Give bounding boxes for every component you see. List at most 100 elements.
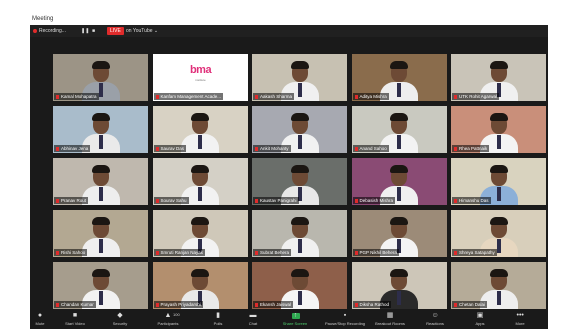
security-button[interactable]: ◆ Security: [100, 311, 140, 329]
participant-name-text: Prayash Priyadarshi: [160, 302, 201, 307]
mic-muted-icon: [155, 94, 159, 99]
polls-button[interactable]: ▮ Polls: [198, 311, 238, 329]
participant-tile[interactable]: Prayash Priyadarshi: [152, 262, 248, 309]
participant-name-text: Pranav Rout: [61, 198, 87, 203]
breakout-button[interactable]: ▦ Breakout Rooms: [370, 311, 410, 329]
participant-name: Chetan Dalai: [452, 301, 488, 308]
participant-name-text: Chetan Dalai: [459, 302, 486, 307]
participant-tie: [297, 83, 302, 97]
record-dot-icon: [33, 28, 37, 33]
participant-name: Chandan Kumar: [54, 301, 96, 308]
participant-hair: [191, 269, 209, 277]
participant-hair: [290, 269, 309, 277]
participant-name: Sourav Sahu: [153, 197, 189, 204]
title-bar: Meeting: [30, 14, 548, 25]
participant-name-text: Aakash Sharma: [260, 94, 293, 99]
participant-name: Kaustav Panigrahi: [253, 197, 299, 204]
share-button[interactable]: ↑ Share Screen: [275, 311, 315, 329]
record-button[interactable]: ▪ Pause/Stop Recording: [325, 311, 365, 329]
participant-name: Rishi Sahoo: [54, 249, 88, 256]
recording-indicator: Recording...: [33, 27, 66, 35]
participant-hair: [489, 217, 508, 225]
participant-tile[interactable]: Debasish Mishra: [351, 158, 447, 205]
participant-tie: [98, 291, 103, 305]
meeting-top-bar: Recording... ❚❚ ■ LIVE on YouTube ⌄: [30, 25, 548, 37]
participant-name: Kamal Mohapatra: [54, 93, 99, 100]
live-target[interactable]: on YouTube ⌄: [126, 27, 158, 35]
participant-name: Aditya Mishra: [352, 93, 389, 100]
participant-name-text: Subrat Behera: [260, 250, 290, 255]
participant-tile[interactable]: Kaustav Panigrahi: [252, 158, 347, 205]
participant-tile[interactable]: Aakash Sharma: [252, 54, 347, 101]
mic-muted-icon: [56, 146, 59, 151]
breakout-label: Breakout Rooms: [375, 321, 405, 326]
participant-name: Himanshu Das: [452, 197, 491, 204]
participant-tie: [98, 239, 103, 253]
participant-tile[interactable]: Rishi Sahoo: [53, 210, 148, 257]
participant-tie: [198, 135, 202, 149]
mic-muted-icon: [155, 146, 159, 151]
participant-tile[interactable]: Anand Sahoo: [351, 106, 447, 153]
participant-tile[interactable]: Shreya Satapathy: [451, 210, 546, 257]
participant-name-text: Sourav Sahu: [160, 198, 187, 203]
participant-tile[interactable]: Ekansh Jaiswal: [252, 262, 347, 309]
participant-tile[interactable]: Aditya Mishra: [351, 54, 447, 101]
stop-recording-icon[interactable]: ■: [92, 27, 95, 35]
record-icon: ▪: [343, 312, 347, 319]
participant-hair: [290, 61, 309, 69]
participants-button[interactable]: ▲ Participants 100: [148, 311, 188, 329]
mic-muted-icon: [155, 302, 159, 307]
security-label: Security: [112, 321, 128, 326]
participants-icon: ▲: [164, 312, 172, 319]
participant-tile[interactable]: Smruti Ranjan Nayak: [152, 210, 248, 257]
mute-icon: ●: [37, 312, 43, 319]
participant-tile[interactable]: Kamal Mohapatra: [53, 54, 148, 101]
chat-button[interactable]: ▬ Chat: [233, 311, 273, 329]
live-badge[interactable]: LIVE: [107, 27, 124, 35]
reactions-label: Reactions: [426, 321, 444, 326]
participant-name-text: Kaustav Panigrahi: [260, 198, 297, 203]
participant-tile[interactable]: Saurav Das: [152, 106, 248, 153]
participant-name: Subrat Behera: [253, 249, 292, 256]
participant-tie: [297, 291, 302, 305]
participant-tile[interactable]: Subrat Behera: [252, 210, 347, 257]
pause-recording-icon[interactable]: ❚❚: [81, 27, 89, 35]
mic-muted-icon: [454, 94, 457, 99]
participant-hair: [489, 269, 508, 277]
participant-tile[interactable]: Ankit Mohanty: [252, 106, 347, 153]
video-button[interactable]: ■ Start Video: [55, 311, 95, 329]
participant-tile[interactable]: Sourav Sahu: [152, 158, 248, 205]
participant-tile[interactable]: UTK Rohit Agarwal: [451, 54, 546, 101]
video-label: Start Video: [65, 321, 85, 326]
polls-icon: ▮: [216, 312, 220, 319]
more-button[interactable]: ••• More: [500, 311, 540, 329]
mic-muted-icon: [56, 94, 59, 99]
participant-name-text: Kamal Mohapatra: [61, 94, 97, 99]
participant-name-text: Shreya Satapathy: [459, 250, 495, 255]
participant-tile[interactable]: Diksha Rathod: [351, 262, 447, 309]
window-title: Meeting: [32, 16, 54, 22]
participant-name: Ekansh Jaiswal: [253, 301, 294, 308]
mic-muted-icon: [354, 250, 358, 255]
participant-tile[interactable]: Pranav Rout: [53, 158, 148, 205]
mic-muted-icon: [354, 302, 358, 307]
participant-tile[interactable]: Himanshu Das: [451, 158, 546, 205]
participant-tile[interactable]: Chetan Dalai: [451, 262, 546, 309]
participant-tile[interactable]: bma institute Kanfam Management Acade...: [152, 54, 248, 101]
apps-button[interactable]: ▣ Apps: [460, 311, 500, 329]
participant-hair: [390, 61, 408, 69]
video-icon: ■: [72, 312, 78, 319]
participant-hair: [489, 113, 508, 121]
participant-hair: [191, 217, 209, 225]
participant-name: Shreya Satapathy: [452, 249, 497, 256]
participant-hair: [91, 217, 110, 225]
participant-tile[interactable]: Rhea Pattnaik: [451, 106, 546, 153]
reactions-button[interactable]: ☺ Reactions: [415, 311, 455, 329]
video-gallery: Kamal Mohapatra bma institute Kanfam Manage…: [53, 54, 546, 309]
participant-tile[interactable]: PGP Nikhil Behera: [351, 210, 447, 257]
participant-name: Prayash Priyadarshi: [153, 301, 203, 308]
mic-muted-icon: [454, 302, 457, 307]
participant-tile[interactable]: Abhinav Jena: [53, 106, 148, 153]
participant-tile[interactable]: Chandan Kumar: [53, 262, 148, 309]
participant-name-text: Himanshu Das: [459, 198, 489, 203]
